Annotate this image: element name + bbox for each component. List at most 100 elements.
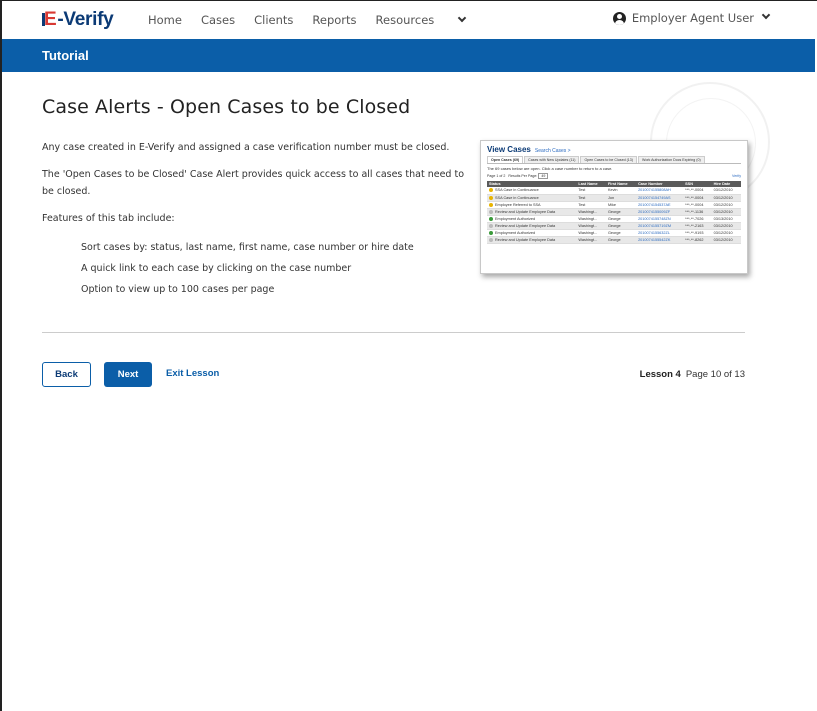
- thumb-cell-ssn: ***-**-9193: [683, 229, 712, 237]
- feature-item: A quick link to each case by clicking on…: [81, 263, 352, 274]
- thumb-table-row: SSA Case in Continuance Test Kevin 20100741…: [487, 187, 741, 195]
- thumb-cell-case: 2010074155632ZL: [636, 229, 684, 237]
- thumb-cell-first: Jon: [605, 194, 637, 202]
- thumb-cell-ssn: ***-**-0004: [683, 201, 712, 209]
- thumb-results-label: Results Per Page:: [508, 174, 538, 178]
- status-icon: [489, 223, 493, 228]
- status-icon: [489, 216, 493, 221]
- nav-cases[interactable]: Cases: [201, 13, 235, 27]
- status-icon: [489, 202, 493, 207]
- feature-item: Option to view up to 100 cases per page: [81, 284, 275, 295]
- thumb-cell-case: 2010074154749AS: [636, 194, 684, 202]
- thumb-cell-case: 2010074155748ZN: [636, 215, 684, 223]
- thumb-cell-status: Employment Authorized: [487, 215, 577, 223]
- chevron-down-icon: [761, 10, 771, 20]
- status-text: Review and Update Employee Data: [495, 209, 556, 214]
- alert-paragraph: The 'Open Cases to be Closed' Case Alert…: [42, 169, 465, 197]
- thumb-cell-first: Kevin: [605, 187, 637, 195]
- logo-e: E: [41, 9, 57, 30]
- thumb-info: The 69 cases below are open. Click a cas…: [487, 166, 613, 171]
- thumb-cell-first: George: [605, 222, 637, 230]
- banner-title: Tutorial: [42, 48, 89, 63]
- thumb-cell-ssn: ***-**-1136: [683, 208, 712, 216]
- thumb-cell-status: SSA Case in Continuance: [487, 194, 577, 202]
- intro-paragraph: Any case created in E-Verify and assigne…: [42, 142, 450, 153]
- nav-resources[interactable]: Resources: [375, 13, 467, 27]
- thumb-table-row: Employee Referred to SSA Test Mike 20100741…: [487, 201, 741, 209]
- status-text: SSA Case in Continuance: [495, 195, 539, 200]
- status-text: SSA Case in Continuance: [495, 188, 539, 193]
- thumb-table-row: Employment Authorized Washingt... George 20…: [487, 229, 741, 237]
- view-cases-screenshot: View Cases Search Cases > Open Cases (69)…: [480, 140, 748, 274]
- thumb-cell-last: Washingt...: [576, 208, 606, 216]
- status-text: Employee Referred to SSA: [495, 202, 541, 207]
- thumb-cell-hire: 03/12/2010: [711, 187, 741, 195]
- nav-home[interactable]: Home: [148, 13, 182, 27]
- thumb-cell-ssn: ***-**-8262: [683, 236, 712, 244]
- thumb-cell-case: 2010074155719ZM: [636, 222, 684, 230]
- page-counter: Page 10 of 13: [685, 369, 745, 380]
- status-icon: [489, 237, 493, 242]
- thumb-cell-status: SSA Case in Continuance: [487, 187, 577, 195]
- thumb-cell-last: Washingt...: [576, 229, 606, 237]
- thumb-cell-last: Test: [576, 194, 606, 202]
- page-title: Case Alerts - Open Cases to be Closed: [42, 96, 411, 118]
- thumb-cell-ssn: ***-**-7026: [683, 215, 712, 223]
- divider: [42, 332, 745, 333]
- thumb-table-row: SSA Case in Continuance Test Jon 2010074154…: [487, 194, 741, 202]
- back-button[interactable]: Back: [42, 362, 91, 387]
- feature-item: Sort cases by: status, last name, first …: [81, 242, 414, 253]
- thumb-cell-hire: 03/12/2010: [711, 201, 741, 209]
- status-text: Review and Update Employee Data: [495, 223, 556, 228]
- thumb-table-row: Review and Update Employee Data Washingt.…: [487, 208, 741, 216]
- thumb-cell-hire: 03/12/2010: [711, 208, 741, 216]
- user-menu[interactable]: Employer Agent User: [612, 10, 771, 25]
- thumb-tab: Cases with New Updates (11): [524, 156, 580, 163]
- nav-resources-label: Resources: [375, 13, 435, 27]
- exit-lesson-link[interactable]: Exit Lesson: [166, 368, 219, 379]
- everify-logo[interactable]: E -Verify: [41, 9, 114, 31]
- lesson-number: Lesson 4: [639, 369, 681, 380]
- logo-text: -Verify: [57, 9, 114, 30]
- thumb-page-label: Page 1 of 2: [487, 174, 506, 178]
- thumb-cell-first: George: [605, 215, 637, 223]
- thumb-tab: Open Cases to be Closed (13): [580, 156, 637, 163]
- status-text: Employment Authorized: [495, 230, 536, 235]
- status-text: Review and Update Employee Data: [495, 237, 556, 242]
- tutorial-banner: Tutorial: [2, 39, 815, 72]
- thumb-table-row: Employment Authorized Washingt... George 20…: [487, 215, 741, 223]
- thumb-cell-last: Washingt...: [576, 215, 606, 223]
- thumb-cell-case: 2010074155542ZK: [636, 236, 684, 244]
- thumb-cell-status: Review and Update Employee Data: [487, 208, 577, 216]
- thumb-cell-first: George: [605, 229, 637, 237]
- user-name: Employer Agent User: [631, 11, 754, 25]
- chevron-down-icon: [458, 13, 467, 23]
- thumb-cell-hire: 03/12/2010: [711, 229, 741, 237]
- thumb-search-link: Search Cases >: [534, 148, 571, 154]
- thumb-cell-ssn: ***-**-0004: [683, 187, 712, 195]
- nav-clients[interactable]: Clients: [254, 13, 293, 27]
- thumb-cell-hire: 03/12/2010: [711, 236, 741, 244]
- status-icon: [489, 195, 493, 200]
- nav-reports[interactable]: Reports: [312, 13, 356, 27]
- thumb-cell-hire: 03/13/2010: [711, 215, 741, 223]
- features-heading: Features of this tab include:: [42, 213, 175, 224]
- thumb-cell-case: 2010074155009ZF: [636, 208, 684, 216]
- status-text: Employment Authorized: [495, 216, 536, 221]
- thumb-tab: Work Authorization Docs Expiring (0): [638, 156, 705, 163]
- thumb-cell-status: Employment Authorized: [487, 229, 577, 237]
- thumb-cell-last: Test: [576, 201, 606, 209]
- status-icon: [489, 230, 493, 235]
- next-button[interactable]: Next: [104, 362, 152, 387]
- thumb-cell-ssn: ***-**-2163: [683, 222, 712, 230]
- thumb-cell-status: Employee Referred to SSA: [487, 201, 577, 209]
- thumb-cell-first: George: [605, 236, 637, 244]
- thumb-cell-last: Washingt...: [576, 236, 606, 244]
- thumb-results-select: 49: [538, 173, 549, 179]
- thumb-cell-case: 2010074155808AH: [636, 187, 684, 195]
- thumb-cell-first: Mike: [605, 201, 637, 209]
- thumb-verify-link: Verify: [732, 174, 741, 178]
- thumb-cell-status: Review and Update Employee Data: [487, 222, 577, 230]
- lesson-progress: Lesson 4 Page 10 of 13: [640, 369, 745, 380]
- thumb-tabs: Open Cases (69) Cases with New Updates (…: [487, 156, 741, 164]
